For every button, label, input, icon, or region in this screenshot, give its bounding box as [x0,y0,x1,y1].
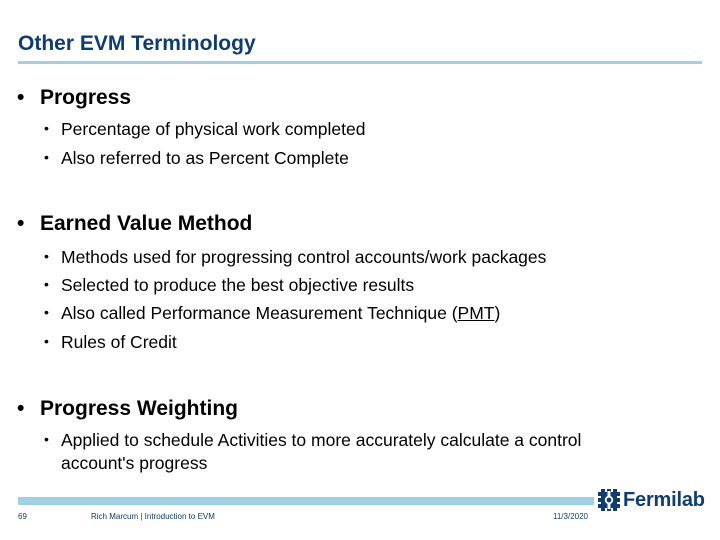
bullet-icon: • [44,333,49,349]
list-item: • Rules of Credit [44,330,177,353]
bullet-icon: • [44,431,49,447]
list-item: • Applied to schedule Activities to more … [44,428,581,451]
list-item-text: Percentage of physical work completed [61,119,366,139]
bullet-icon: • [44,304,49,320]
slide-title: Other EVM Terminology [18,32,256,55]
list-item-text: Also called Performance Measurement Tech… [61,303,458,323]
bullet-icon: • [44,248,49,264]
title-divider [18,61,702,64]
list-item: • Also called Performance Measurement Tec… [44,301,500,324]
list-item-text: Applied to schedule Activities to more a… [61,430,582,450]
page-number: 69 [18,512,27,521]
fermilab-logo: Fermilab [598,489,705,511]
list-item: • Selected to produce the best objective … [44,273,414,296]
footer-date: 11/3/2020 [553,512,588,521]
footer-presenter: Rich Marcum | Introduction to EVM [91,512,215,521]
footer-bar [18,497,594,505]
section-heading-earned-value-method: • Earned Value Method [17,211,252,237]
list-item-continuation: account's progress [61,453,208,473]
fermilab-gear-icon [598,489,620,511]
section-heading-progress: • Progress [17,85,131,111]
section-heading-progress-weighting: • Progress Weighting [17,396,238,422]
bullet-icon: • [17,397,25,420]
bullet-icon: • [17,212,25,235]
list-item-text-end: ) [494,303,501,323]
list-item: • Also referred to as Percent Complete [44,146,349,169]
list-item: • Methods used for progressing control ac… [44,245,546,268]
list-item: • Percentage of physical work completed [44,117,365,140]
section-heading-text: Earned Value Method [40,212,253,235]
bullet-icon: • [44,149,49,165]
logo-text: Fermilab [623,489,705,511]
section-heading-text: Progress [40,86,132,109]
list-item-text: Also referred to as Percent Complete [61,148,349,168]
bullet-icon: • [44,120,49,136]
list-item-text: Methods used for progressing control acc… [61,247,547,267]
list-item-text: Rules of Credit [61,332,177,352]
pmt-link[interactable]: PMT [458,303,495,323]
section-heading-text: Progress Weighting [40,397,238,420]
bullet-icon: • [44,276,49,292]
list-item-text: Selected to produce the best objective r… [61,275,415,295]
bullet-icon: • [17,86,25,109]
